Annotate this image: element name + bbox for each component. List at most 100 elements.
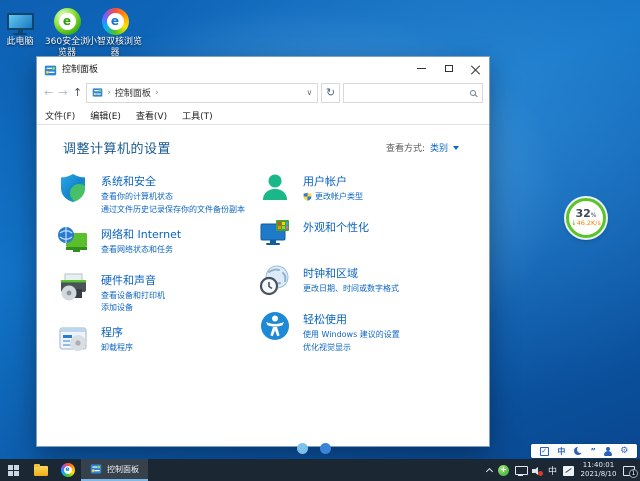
punctuation-icon[interactable]: ’’ [591,447,595,456]
ime-indicator[interactable]: 中 [548,464,557,477]
ime-state-icon[interactable]: ✓ [540,447,549,456]
ime-mode-toggle[interactable]: 中 [557,446,565,457]
ime-language-bar[interactable]: ✓ 中 ’’ ⚙ [531,444,637,458]
navigation-bar: ← → ↑ › 控制面板 › ∨ ↻ [37,79,489,106]
menu-bar: 文件(F) 编辑(E) 查看(V) 工具(T) [37,106,489,125]
close-icon [471,64,480,73]
ime-user-icon[interactable] [604,447,612,456]
breadcrumb-chevron: › [107,88,111,98]
action-center-icon[interactable]: 1 [623,466,635,476]
this-pc-icon [0,4,40,35]
shield-icon [57,172,89,204]
breadcrumb-chevron[interactable]: › [155,88,159,98]
category-title[interactable]: 系统和安全 [101,173,245,189]
close-button[interactable] [462,57,489,79]
desktop-icon-360-browser[interactable]: e 360安全浏览器 [42,4,92,59]
menu-view[interactable]: 查看(V) [136,109,167,122]
category-link[interactable]: 查看网络状态和任务 [101,244,181,257]
360-tray-icon[interactable]: + [498,465,509,476]
printer-icon [57,271,89,303]
chevron-down-icon[interactable] [453,146,459,150]
category-system-security[interactable]: 系统和安全 查看你的计算机状态 通过文件历史记录保存你的文件备份副本 [57,172,259,217]
download-speed: ↓46.2K/s [571,219,601,227]
search-input[interactable] [350,88,470,98]
category-title[interactable]: 时钟和区域 [303,265,399,281]
category-link[interactable]: 查看设备和打印机 [101,290,165,303]
task-label: 控制面板 [107,464,139,475]
category-appearance-personalization[interactable]: 外观和个性化 [259,218,400,256]
category-ease-of-access[interactable]: 轻松使用 使用 Windows 建议的设置 优化视觉显示 [259,310,400,355]
category-programs[interactable]: 程序 卸载程序 [57,323,259,361]
menu-tools[interactable]: 工具(T) [182,109,213,122]
refresh-button[interactable]: ↻ [321,83,340,103]
user-icon [259,172,291,204]
control-panel-window: 控制面板 ← → ↑ › 控制面板 › ∨ ↻ 文件(F) 编辑(E) 查看(V… [36,56,490,447]
category-title[interactable]: 外观和个性化 [303,219,369,235]
back-button[interactable]: ← [43,86,54,99]
category-link[interactable]: 卸载程序 [101,342,133,355]
page-dot-1[interactable] [297,443,308,454]
address-dropdown-icon[interactable]: ∨ [306,88,312,97]
system-tray: + 中 11:40:01 2021/8/10 1 [482,459,640,481]
network-icon[interactable] [515,466,526,476]
category-title[interactable]: 程序 [101,324,133,340]
category-user-accounts[interactable]: 用户帐户 更改帐户类型 [259,172,400,210]
category-link[interactable]: 通过文件历史记录保存你的文件备份副本 [101,204,245,217]
tray-expand-chevron-icon[interactable] [486,467,493,474]
uac-shield-icon [303,192,312,206]
menu-file[interactable]: 文件(F) [45,109,75,122]
category-hardware-sound[interactable]: 硬件和声音 查看设备和打印机 添加设备 [57,271,259,316]
menu-edit[interactable]: 编辑(E) [90,109,121,122]
category-link[interactable]: 添加设备 [101,302,165,315]
memory-percent: 32% [575,208,596,219]
address-bar[interactable]: › 控制面板 › ∨ [86,83,318,103]
ease-of-access-icon [259,310,291,342]
category-link[interactable]: 查看你的计算机状态 [101,191,245,204]
desktop-icon-xiaozhi-browser[interactable]: e 小智双核浏览器 [88,4,142,59]
personalization-icon [259,218,291,250]
search-icon [470,90,476,96]
desktop-icon-label: 此电脑 [0,37,40,48]
fullwidth-moon-icon[interactable] [574,447,582,455]
xiaozhi-browser-icon: e [88,4,142,35]
ime-settings-icon[interactable]: ⚙ [620,446,628,456]
category-link[interactable]: 使用 Windows 建议的设置 [303,329,400,342]
maximize-icon [445,65,453,72]
file-explorer-button[interactable] [27,459,54,481]
ime-pad-icon[interactable] [563,466,574,476]
programs-icon [57,323,89,355]
taskbar-clock[interactable]: 11:40:01 2021/8/10 [580,461,617,480]
category-title[interactable]: 用户帐户 [303,173,363,189]
net-speed-widget[interactable]: 32% ↓46.2K/s [566,198,606,238]
category-link[interactable]: 更改帐户类型 [303,191,363,206]
up-button[interactable]: ↑ [72,86,83,99]
view-by-label: 查看方式: [386,141,425,154]
breadcrumb-icon [92,87,103,98]
clock-date: 2021/8/10 [580,470,617,479]
volume-muted-icon[interactable] [532,466,542,475]
control-panel-home: 调整计算机的设置 查看方式: 类别 系统和安全 查看你的计算机状态 通过文件历史… [37,125,489,446]
maximize-button[interactable] [435,57,462,79]
category-network-internet[interactable]: 网络和 Internet 查看网络状态和任务 [57,225,259,263]
category-link[interactable]: 更改日期、时间或数字格式 [303,283,399,296]
category-clock-region[interactable]: 时钟和区域 更改日期、时间或数字格式 [259,264,400,302]
title-bar[interactable]: 控制面板 [37,57,489,79]
category-title[interactable]: 硬件和声音 [101,272,165,288]
clock-region-icon [259,264,291,296]
desktop-icon-this-pc[interactable]: 此电脑 [0,4,40,48]
control-panel-icon [44,62,57,75]
view-by-value[interactable]: 类别 [430,141,448,154]
breadcrumb-item[interactable]: 控制面板 [115,86,151,99]
start-button[interactable] [0,459,27,481]
category-title[interactable]: 轻松使用 [303,311,400,327]
minimize-button[interactable] [408,57,435,79]
window-title: 控制面板 [62,62,408,75]
taskbar-task-control-panel[interactable]: 控制面板 [81,459,148,481]
category-title[interactable]: 网络和 Internet [101,226,181,242]
category-link[interactable]: 优化视觉显示 [303,342,400,355]
browser-taskbar-button[interactable]: e [54,459,81,481]
page-dot-2[interactable] [320,443,331,454]
forward-button[interactable]: → [57,86,68,99]
browser-icon: e [61,463,75,477]
search-box[interactable] [343,83,483,103]
